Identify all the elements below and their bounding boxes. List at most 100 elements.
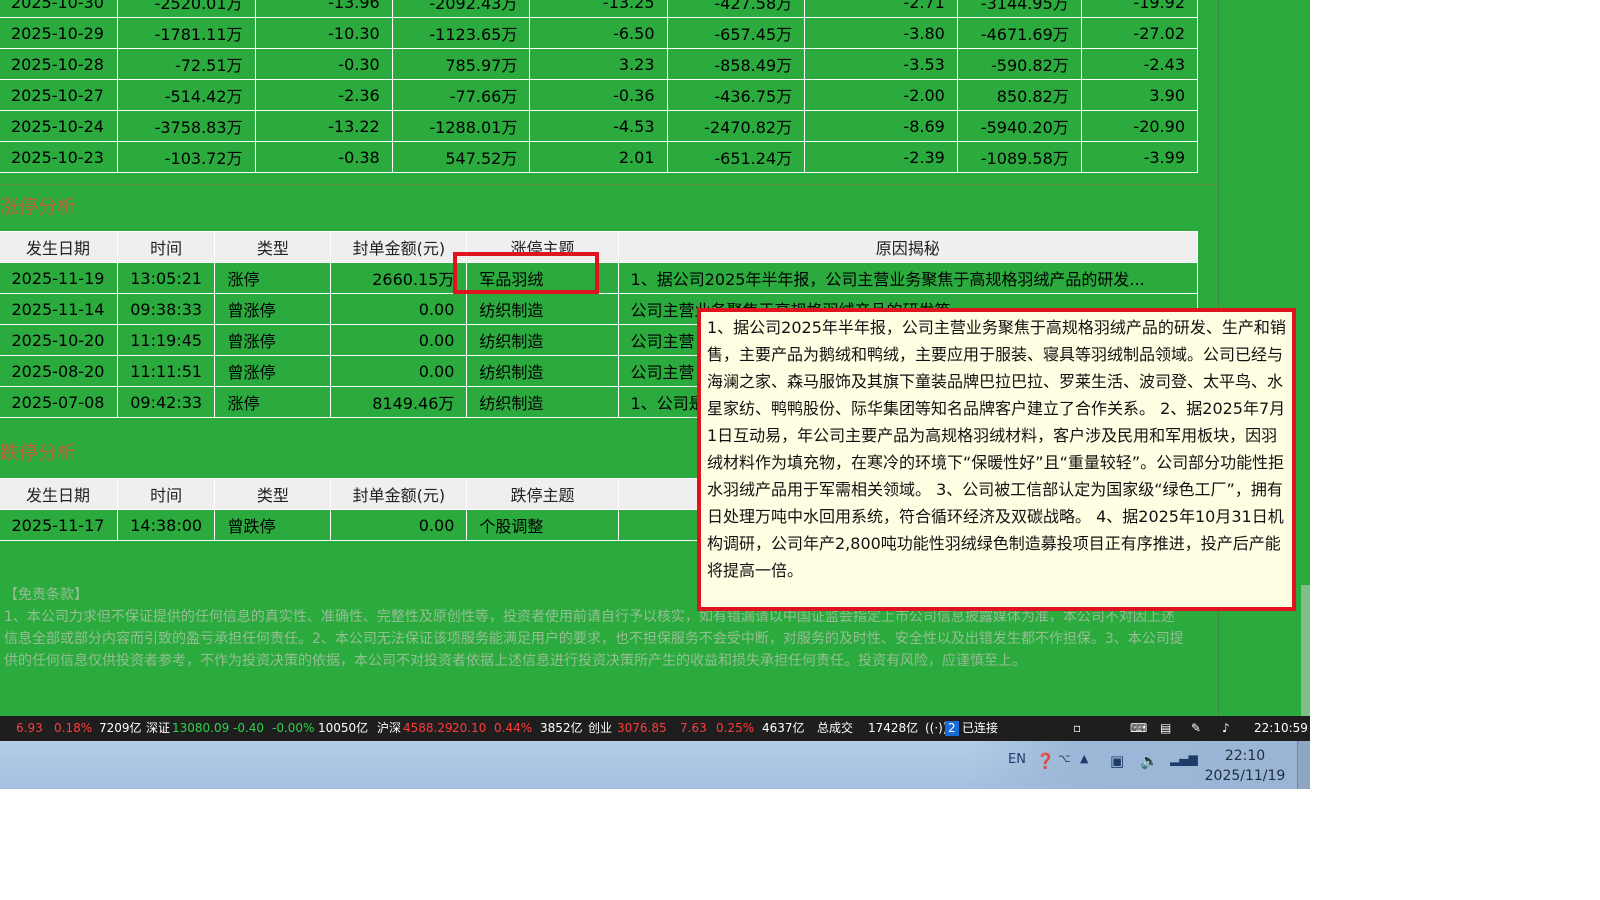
time-cell: 09:38:33 <box>116 293 216 325</box>
value-cell: -2.00 <box>804 79 958 111</box>
language-indicator[interactable]: EN <box>1008 752 1026 767</box>
taskbar-clock[interactable]: 22:10 2025/11/19 <box>1200 746 1290 786</box>
table-row[interactable]: 2025-10-29 -1781.11万 -10.30 -1123.65万 -6.50-… <box>0 17 1199 49</box>
column-header: 发生日期 <box>0 231 118 263</box>
theme-cell: 纺织制造 <box>466 386 619 418</box>
type-cell: 曾涨停 <box>214 324 332 356</box>
network-icon[interactable]: ▣ <box>1110 752 1124 770</box>
signal-bars-icon[interactable]: ▂▄▆ <box>1170 752 1198 766</box>
date-cell: 2025-11-19 <box>0 262 118 294</box>
status-clock: 22:10:59 <box>1254 721 1308 735</box>
column-header: 封单金额(元) <box>330 231 468 263</box>
value-cell: -2470.82万 <box>666 110 806 142</box>
theme-cell: 个股调整 <box>466 509 619 541</box>
hs-change: 20.10 <box>452 721 487 735</box>
show-desktop-button[interactable] <box>1297 741 1310 789</box>
sz-label[interactable]: 深证 <box>146 716 170 741</box>
highlight-box <box>453 252 599 294</box>
value-cell: 785.97万 <box>391 48 531 80</box>
value-cell: -651.24万 <box>666 141 806 173</box>
value-cell: -0.38 <box>254 141 393 173</box>
value-cell: -2.36 <box>254 79 393 111</box>
column-header: 原因揭秘 <box>617 231 1199 263</box>
value-cell: -3758.83万 <box>116 110 256 142</box>
date-cell: 2025-08-20 <box>0 355 118 387</box>
clock-time: 22:10 <box>1224 748 1266 764</box>
system-tray: EN ❓ ⌥ ▲ ▣ 🔈 ▂▄▆ 22:10 2025/11/19 <box>970 741 1310 789</box>
value-cell: -20.90 <box>1080 110 1199 142</box>
value-cell: -10.30 <box>254 17 393 49</box>
table-row[interactable]: 2025-10-28 -72.51万 -0.30 785.97万 3.23 -858.49… <box>0 48 1199 80</box>
value-cell: -1123.65万 <box>391 17 531 49</box>
help-icon[interactable]: ❓ <box>1036 752 1055 770</box>
stock-analysis-window: 2025-10-30 -2520.01万 -13.96 -2092.43万 -13.25… <box>0 0 1310 720</box>
value-cell: -2092.43万 <box>391 0 531 18</box>
column-header: 类型 <box>214 478 332 510</box>
value-cell: -514.42万 <box>116 79 256 111</box>
sh-pct: 0.18% <box>54 721 93 735</box>
cy-label[interactable]: 创业 <box>588 716 612 741</box>
value-cell: -2.39 <box>804 141 958 173</box>
value-cell: -4.53 <box>529 110 668 142</box>
table-row[interactable]: 2025-10-30 -2520.01万 -13.96 -2092.43万 -13.25… <box>0 0 1199 18</box>
hs-amount: 3852亿 <box>540 721 583 735</box>
connection-status[interactable]: 已连接 <box>962 716 998 741</box>
table-row[interactable]: 2025-10-24 -3758.83万 -13.22 -1288.01万 -4.53-… <box>0 110 1199 142</box>
time-cell: 09:42:33 <box>116 386 216 418</box>
hs-label[interactable]: 沪深 <box>377 716 401 741</box>
fund-flow-table: 2025-10-30 -2520.01万 -13.96 -2092.43万 -13.25… <box>0 0 1199 173</box>
chat-icon[interactable]: ▤ <box>1160 716 1171 741</box>
column-header: 跌停主题 <box>466 478 619 510</box>
sz-amount: 10050亿 <box>318 721 369 735</box>
edit-icon[interactable]: ✎ <box>1191 716 1201 741</box>
volume-icon[interactable]: 🔈 <box>1140 752 1159 770</box>
time-cell: 13:05:21 <box>116 262 216 294</box>
type-cell: 曾涨停 <box>214 293 332 325</box>
value-cell: -657.45万 <box>666 17 806 49</box>
disclaimer-body: 1、本公司力求但不保证提供的任何信息的真实性、准确性、完整性及原创性等，投资者使… <box>4 609 1184 669</box>
limit-up-title: 涨停分析 <box>0 196 77 218</box>
ime-icon[interactable]: ⌥ <box>1058 752 1071 765</box>
hs-pct: 0.44% <box>494 721 533 735</box>
value-cell: -5940.20万 <box>956 110 1082 142</box>
type-cell: 涨停 <box>214 262 332 294</box>
sz-pct: -0.00% <box>272 721 315 735</box>
date-cell: 2025-10-20 <box>0 324 118 356</box>
date-cell: 2025-10-30 <box>0 0 118 18</box>
value-cell: -1781.11万 <box>116 17 256 49</box>
value-cell: -8.69 <box>804 110 958 142</box>
cy-change: 7.63 <box>680 721 707 735</box>
column-header: 发生日期 <box>0 478 118 510</box>
table-row[interactable]: 2025-10-27 -514.42万 -2.36 -77.66万 -0.36 -436.… <box>0 79 1199 111</box>
date-cell: 2025-10-27 <box>0 79 118 111</box>
total-label: 总成交 <box>817 721 854 735</box>
column-header: 时间 <box>116 231 216 263</box>
value-cell: 3.90 <box>1080 79 1199 111</box>
keyboard-icon[interactable]: ⌨ <box>1130 716 1147 741</box>
column-header: 封单金额(元) <box>330 478 468 510</box>
value-cell: -2520.01万 <box>116 0 256 18</box>
column-header: 类型 <box>214 231 332 263</box>
date-cell: 2025-11-14 <box>0 293 118 325</box>
table-row[interactable]: 2025-10-23 -103.72万 -0.38 547.52万 2.01 -651.2… <box>0 141 1199 173</box>
value-cell: -6.50 <box>529 17 668 49</box>
section-divider <box>0 184 1218 185</box>
theme-cell: 纺织制造 <box>466 355 619 387</box>
value-cell: -27.02 <box>1080 17 1199 49</box>
sh-amount: 7209亿 <box>99 721 142 735</box>
amount-cell: 0.00 <box>330 293 468 325</box>
amount-cell: 0.00 <box>330 355 468 387</box>
sz-change: -0.40 <box>233 721 265 735</box>
scrollbar-track[interactable] <box>1301 585 1310 720</box>
bell-icon[interactable]: ♪ <box>1222 716 1230 741</box>
cy-index: 3076.85 <box>617 721 667 735</box>
total-amount: 17428亿 <box>868 721 919 735</box>
type-cell: 曾跌停 <box>214 509 332 541</box>
limit-down-title: 跌停分析 <box>0 442 77 464</box>
value-cell: -72.51万 <box>116 48 256 80</box>
column-header: 时间 <box>116 478 216 510</box>
window-icon[interactable]: ▫ <box>1073 716 1081 741</box>
time-cell: 11:11:51 <box>116 355 216 387</box>
value-cell: -436.75万 <box>666 79 806 111</box>
show-hidden-icons-icon[interactable]: ▲ <box>1080 752 1088 765</box>
